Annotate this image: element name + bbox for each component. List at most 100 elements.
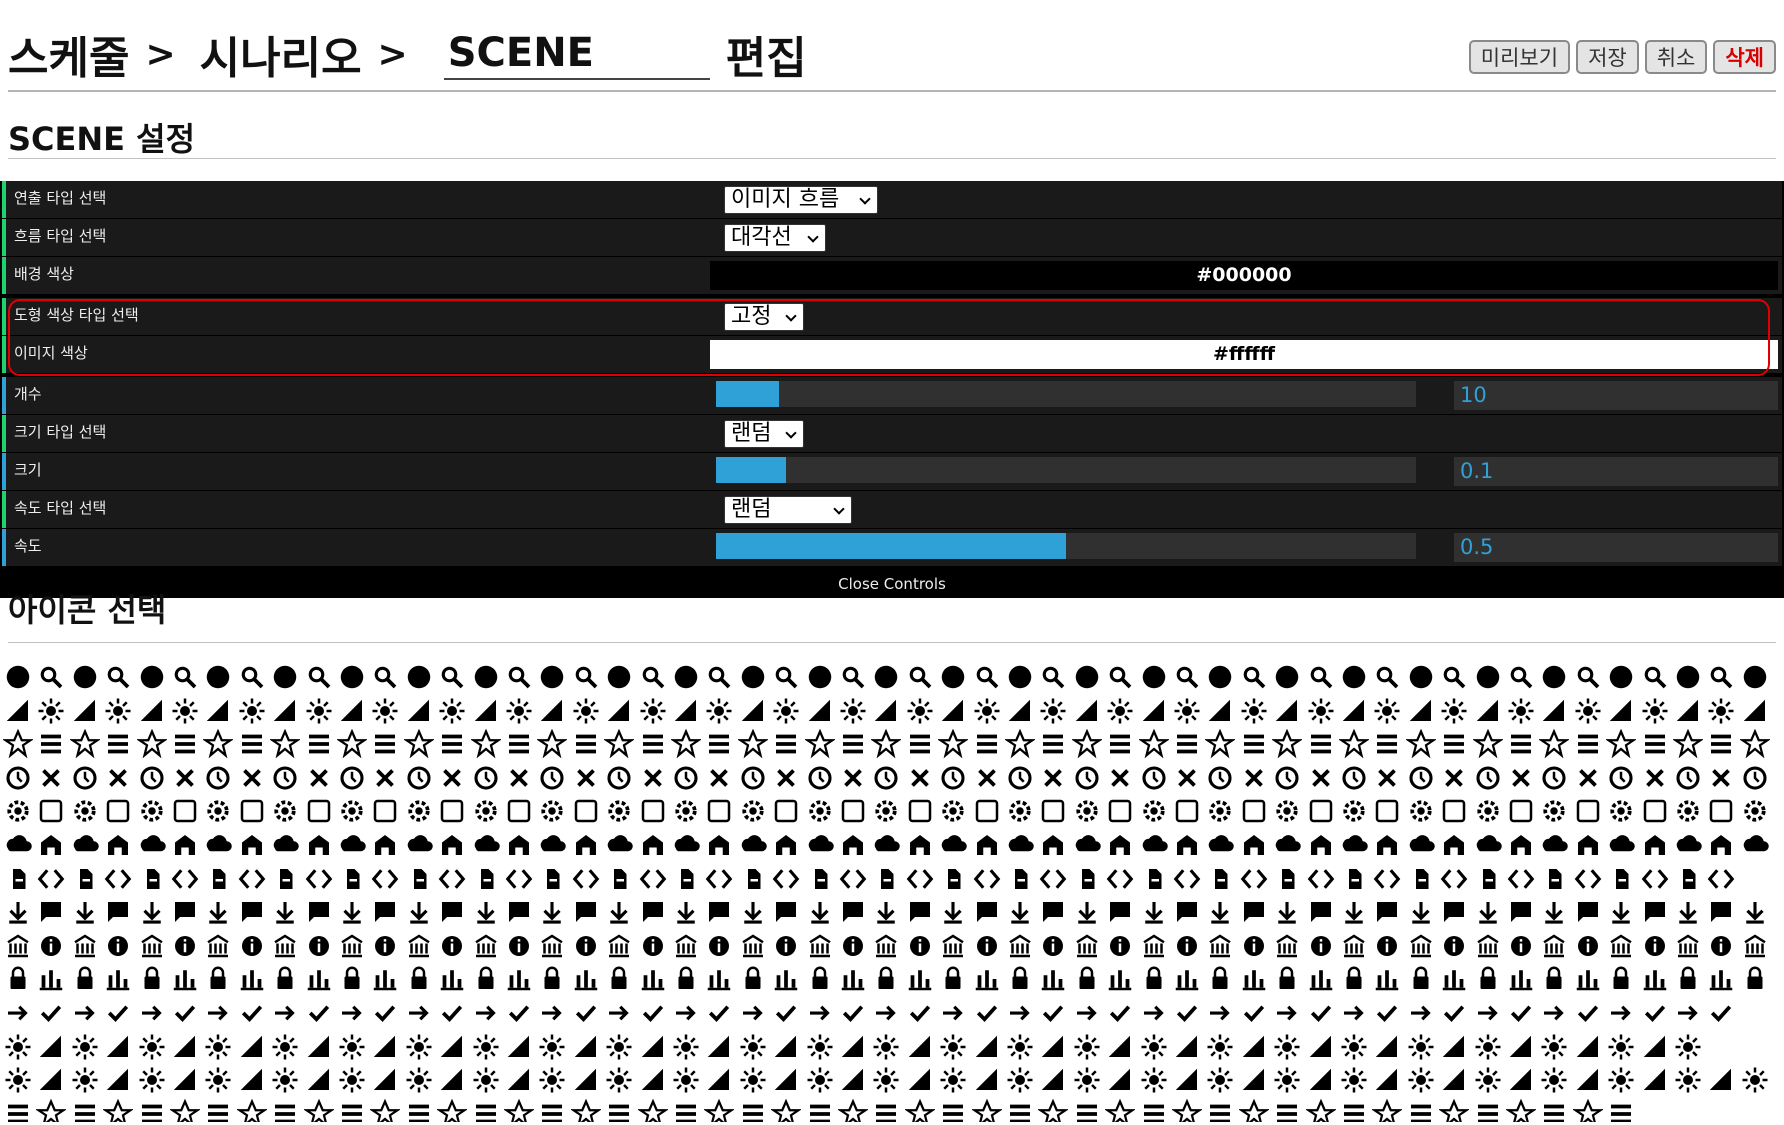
assignment-returned-icon[interactable] (504, 1065, 534, 1095)
build-icon[interactable] (871, 1065, 901, 1095)
code-icon[interactable] (1072, 662, 1102, 692)
person-icon[interactable] (1740, 696, 1770, 726)
payment-icon[interactable] (1506, 1098, 1536, 1122)
history-clock-icon[interactable] (404, 1099, 434, 1122)
dns-icon[interactable] (1439, 662, 1469, 692)
label-outline-icon[interactable] (1539, 964, 1569, 994)
star-icon[interactable] (304, 897, 334, 927)
description-icon[interactable] (1339, 796, 1369, 826)
effect-type-select[interactable]: 이미지 흐름 (724, 186, 878, 214)
cached-icon[interactable] (805, 662, 835, 692)
build-icon[interactable] (938, 662, 968, 692)
compare-arrows-icon[interactable] (1038, 931, 1068, 961)
open-in-new-icon[interactable] (1272, 964, 1302, 994)
assignment-returned-icon[interactable] (504, 796, 534, 826)
move-icon[interactable] (1372, 897, 1402, 927)
favorite-icon[interactable] (1573, 998, 1603, 1028)
open-new-icon[interactable] (1306, 1032, 1336, 1062)
download-icon[interactable] (237, 897, 267, 927)
check-circle-icon[interactable] (1005, 662, 1035, 692)
face-icon[interactable] (1573, 864, 1603, 894)
code-icon[interactable] (938, 998, 968, 1028)
globe-icon[interactable] (1005, 964, 1035, 994)
note-add-icon[interactable] (1238, 1098, 1269, 1122)
flight-takeoff-icon[interactable] (137, 763, 167, 793)
copyright-icon[interactable] (1172, 998, 1202, 1028)
delete-icon[interactable] (1339, 662, 1369, 692)
warning-outline-icon[interactable] (838, 998, 868, 1028)
label-icon[interactable] (838, 964, 868, 994)
info-outline-icon[interactable] (805, 696, 835, 726)
assignment-returned-icon[interactable] (537, 729, 568, 759)
label-icon[interactable] (871, 1099, 901, 1122)
tag-icon[interactable] (1105, 964, 1135, 994)
card-membership-icon[interactable] (805, 1065, 835, 1095)
save-button[interactable]: 저장 (1576, 40, 1639, 74)
event-seat-icon[interactable] (1406, 864, 1436, 894)
highlight-icon[interactable] (270, 1099, 300, 1122)
check-circle-icon[interactable] (905, 864, 935, 894)
menu-list-icon[interactable] (972, 1032, 1002, 1062)
android-icon[interactable] (437, 796, 467, 826)
history-icon[interactable] (337, 830, 367, 860)
flight-takeoff-icon[interactable] (103, 830, 133, 860)
card-travel-icon[interactable] (838, 1065, 868, 1095)
menu-list-icon[interactable] (1005, 897, 1035, 927)
accessible-icon[interactable] (337, 1065, 367, 1095)
copyright-icon[interactable] (1239, 796, 1269, 826)
note-add-icon[interactable] (1205, 1032, 1235, 1062)
warning-outline-icon[interactable] (938, 729, 969, 759)
help-icon[interactable] (404, 763, 434, 793)
compare-arrows-icon[interactable] (1105, 729, 1135, 759)
euro-icon[interactable] (103, 696, 133, 726)
card-giftcard-icon[interactable] (804, 729, 835, 759)
hourglass-empty-icon[interactable] (504, 830, 534, 860)
user-circle-icon[interactable] (103, 662, 133, 692)
download-icon[interactable] (304, 696, 334, 726)
shopping-list-icon[interactable] (604, 1099, 634, 1122)
open-in-new-icon[interactable] (1272, 1032, 1302, 1062)
download-icon[interactable] (203, 1032, 233, 1062)
flip-icon[interactable] (103, 964, 133, 994)
compare-arrows-icon[interactable] (1072, 796, 1102, 826)
pan-hand-icon[interactable] (1473, 1099, 1503, 1122)
opacity-icon[interactable] (1272, 897, 1302, 927)
note-add-icon[interactable] (1306, 696, 1336, 726)
bank-icon[interactable] (1673, 964, 1703, 994)
bookmark-border-icon[interactable] (604, 864, 634, 894)
star-icon[interactable] (270, 964, 300, 994)
payment-icon[interactable] (1506, 830, 1536, 860)
favorite-border-icon[interactable] (1673, 1065, 1703, 1095)
dns-icon[interactable] (1306, 998, 1336, 1028)
description-icon[interactable] (1339, 1065, 1369, 1095)
feedback-icon[interactable] (1740, 1065, 1770, 1095)
event-icon[interactable] (1573, 662, 1603, 692)
move-icon[interactable] (1372, 830, 1402, 860)
move-icon[interactable] (1406, 763, 1436, 793)
cached-icon[interactable] (738, 1065, 768, 1095)
accessible-icon[interactable] (337, 796, 367, 826)
lock-icon[interactable] (570, 1098, 601, 1122)
language-icon[interactable] (771, 1098, 802, 1122)
bookmark-border-icon[interactable] (704, 662, 734, 692)
bug-icon[interactable] (704, 796, 734, 826)
flight-takeoff-icon[interactable] (70, 964, 100, 994)
menu-list-icon[interactable] (1005, 1099, 1035, 1122)
http-icon[interactable] (604, 964, 634, 994)
card-travel-icon[interactable] (805, 864, 835, 894)
date-range-icon[interactable] (1239, 662, 1269, 692)
favorite-border-icon[interactable] (1706, 729, 1736, 759)
language-icon[interactable] (838, 696, 868, 726)
history-icon[interactable] (304, 964, 334, 994)
warning-outline-icon[interactable] (871, 864, 901, 894)
fingerprint-icon[interactable] (203, 830, 233, 860)
move-icon[interactable] (1372, 1098, 1403, 1122)
flight-takeoff-icon[interactable] (103, 1098, 134, 1122)
pan-hand-icon[interactable] (1506, 763, 1536, 793)
invert-icon[interactable] (838, 897, 868, 927)
dashboard-icon[interactable] (1038, 998, 1068, 1028)
bookmark-border-icon[interactable] (638, 796, 668, 826)
https-icon[interactable] (738, 696, 768, 726)
exit-icon[interactable] (3, 696, 33, 726)
build-icon[interactable] (871, 796, 901, 826)
